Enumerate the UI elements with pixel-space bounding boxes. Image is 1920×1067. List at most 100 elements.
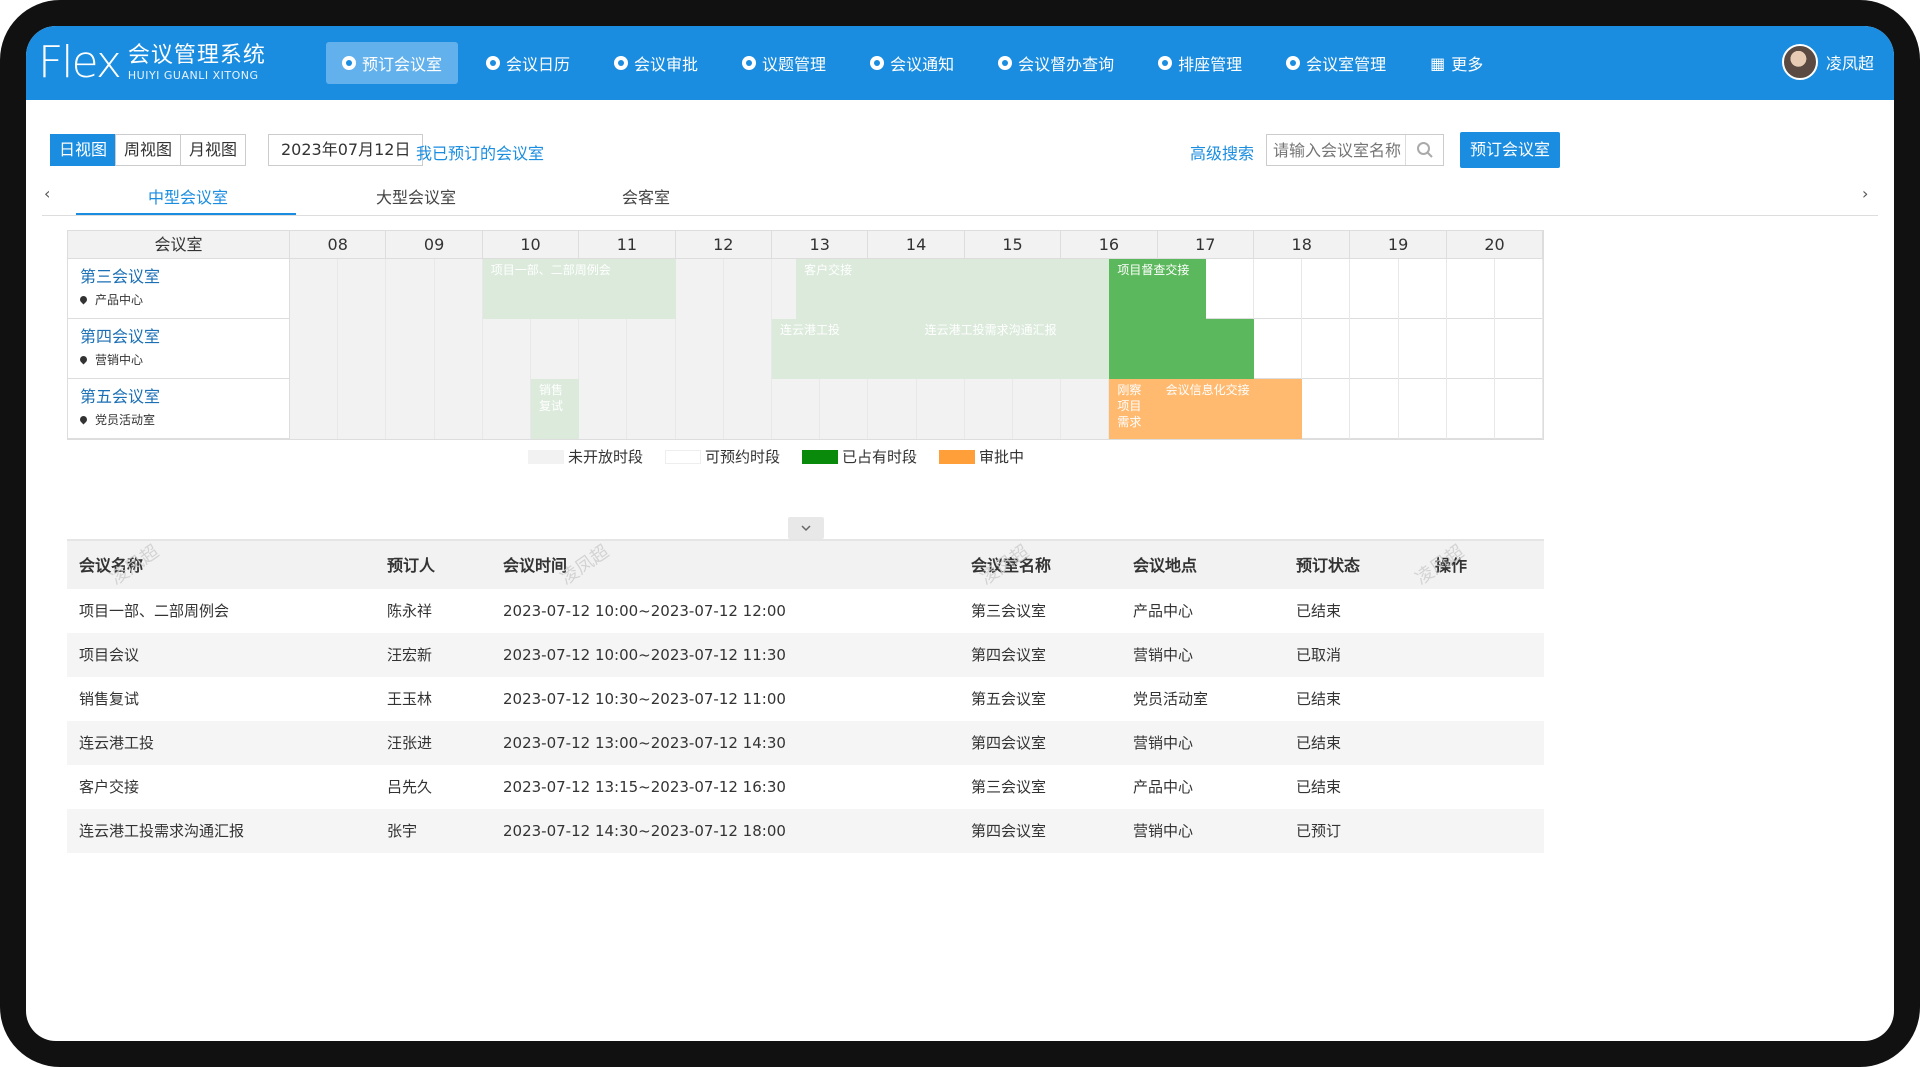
cell-meeting-name: 连云港工投需求沟通汇报 bbox=[79, 822, 245, 840]
nav-item-meeting-approval[interactable]: 会议审批 bbox=[598, 42, 714, 84]
time-slot bbox=[675, 379, 724, 439]
time-slot[interactable] bbox=[1495, 319, 1544, 379]
cell-booker: 陈永祥 bbox=[387, 602, 433, 620]
table-row[interactable]: 连云港工投 汪张进 2023-07-12 13:00~2023-07-12 14:3… bbox=[67, 721, 1544, 765]
tabs-prev-arrow[interactable]: ‹ bbox=[44, 184, 50, 203]
time-slot[interactable] bbox=[1302, 259, 1351, 319]
time-slot[interactable] bbox=[1350, 379, 1399, 439]
search-button[interactable] bbox=[1405, 135, 1443, 165]
time-slot[interactable] bbox=[1447, 379, 1495, 439]
column-header-booker: 预订人 bbox=[387, 556, 436, 575]
month-view-button[interactable]: 月视图 bbox=[180, 134, 247, 166]
room-name[interactable]: 第三会议室 bbox=[80, 267, 289, 287]
nav-item-more[interactable]: ▦ 更多 bbox=[1414, 42, 1499, 84]
time-slot[interactable] bbox=[1399, 259, 1447, 319]
time-slot bbox=[531, 319, 580, 379]
time-slot[interactable] bbox=[1254, 259, 1303, 319]
time-slot[interactable] bbox=[1447, 259, 1495, 319]
table-row[interactable]: 连云港工投需求沟通汇报 张宇 2023-07-12 14:30~2023-07-12… bbox=[67, 809, 1544, 853]
legend-swatch bbox=[665, 449, 702, 464]
time-slot bbox=[482, 379, 531, 439]
room-cell[interactable]: 第三会议室 产品中心 bbox=[68, 259, 290, 319]
logo-mark: Flex bbox=[38, 37, 122, 88]
booking-block[interactable]: 客户交接 bbox=[796, 259, 1110, 319]
book-room-button[interactable]: 预订会议室 bbox=[1460, 132, 1561, 168]
booking-block[interactable]: 项目一部、二部周例会 bbox=[482, 259, 676, 319]
nav-item-meeting-calendar[interactable]: 会议日历 bbox=[470, 42, 586, 84]
cell-meeting-name: 连云港工投 bbox=[79, 734, 155, 752]
nav-item-room-management[interactable]: 会议室管理 bbox=[1270, 42, 1402, 84]
search-icon bbox=[1416, 142, 1433, 158]
cell-booker: 王玉林 bbox=[387, 690, 433, 708]
time-slot bbox=[338, 319, 387, 379]
nav-item-meeting-notice[interactable]: 会议通知 bbox=[854, 42, 970, 84]
booking-block[interactable]: 刚察项目需求 bbox=[1109, 379, 1158, 439]
view-switcher: 日视图 周视图 月视图 bbox=[50, 134, 247, 166]
time-slot bbox=[386, 319, 435, 379]
time-slot[interactable] bbox=[1399, 319, 1447, 379]
booking-block[interactable]: 连云港工投需求沟通汇报 bbox=[916, 319, 1110, 379]
time-slot bbox=[627, 319, 676, 379]
tabs-next-arrow[interactable]: › bbox=[1862, 184, 1868, 203]
room-cell[interactable]: 第五会议室 党员活动室 bbox=[68, 379, 290, 439]
booking-block[interactable]: 销售复试 bbox=[531, 379, 580, 439]
booking-block[interactable]: 项目督查交接 bbox=[1109, 259, 1206, 319]
time-slot bbox=[579, 379, 628, 439]
time-slot bbox=[290, 259, 339, 319]
user-menu[interactable]: 凌凤超 bbox=[1781, 44, 1874, 80]
time-slot[interactable] bbox=[1495, 379, 1544, 439]
nav-item-supervision-query[interactable]: 会议督办查询 bbox=[982, 42, 1130, 84]
room-name[interactable]: 第五会议室 bbox=[80, 387, 289, 407]
app-logo[interactable]: Flex 会议管理系统 HUIYI GUANLI XITONG bbox=[38, 36, 266, 90]
room-column-header: 会议室 bbox=[68, 231, 290, 259]
nav-bullet-icon bbox=[1158, 56, 1173, 70]
table-row[interactable]: 项目会议 汪宏新 2023-07-12 10:00~2023-07-12 11:30… bbox=[67, 633, 1544, 677]
nav-bullet-icon bbox=[486, 56, 501, 70]
nav-bullet-icon bbox=[342, 56, 356, 70]
nav-item-seating-management[interactable]: 排座管理 bbox=[1142, 42, 1258, 84]
cell-meeting-name: 销售复试 bbox=[79, 690, 140, 708]
legend-swatch bbox=[939, 449, 976, 464]
nav-item-label: 更多 bbox=[1451, 55, 1484, 74]
room-search-input[interactable] bbox=[1267, 135, 1405, 165]
time-slot[interactable] bbox=[1302, 379, 1351, 439]
my-bookings-link[interactable]: 我已预订的会议室 bbox=[416, 140, 544, 164]
cell-booking-status: 已结束 bbox=[1296, 690, 1342, 708]
time-slot[interactable] bbox=[1350, 319, 1399, 379]
booking-block[interactable] bbox=[1109, 319, 1254, 379]
day-view-button[interactable]: 日视图 bbox=[50, 134, 117, 166]
nav-item-label: 会议通知 bbox=[890, 55, 955, 74]
booking-block[interactable]: 会议信息化交接 bbox=[1157, 379, 1303, 439]
room-name[interactable]: 第四会议室 bbox=[80, 327, 289, 347]
booking-block[interactable]: 连云港工投 bbox=[772, 319, 917, 379]
hour-header: 08 bbox=[290, 231, 387, 259]
time-slot[interactable] bbox=[1495, 259, 1544, 319]
avatar bbox=[1781, 44, 1818, 80]
hour-header: 19 bbox=[1350, 231, 1447, 259]
tab-reception-room[interactable]: 会客室 bbox=[536, 184, 756, 208]
advanced-search-link[interactable]: 高级搜索 bbox=[1190, 140, 1254, 164]
week-view-button[interactable]: 周视图 bbox=[115, 134, 182, 166]
location-pin-icon bbox=[78, 354, 89, 365]
nav-item-label: 会议室管理 bbox=[1306, 55, 1387, 74]
table-row[interactable]: 客户交接 吕先久 2023-07-12 13:15~2023-07-12 16:30… bbox=[67, 765, 1544, 809]
time-slot[interactable] bbox=[1302, 319, 1351, 379]
collapse-toggle[interactable] bbox=[788, 517, 824, 539]
hour-header: 13 bbox=[772, 231, 869, 259]
tab-large-room[interactable]: 大型会议室 bbox=[306, 184, 526, 208]
time-slot[interactable] bbox=[1254, 319, 1303, 379]
time-slot[interactable] bbox=[1399, 379, 1447, 439]
time-slot[interactable] bbox=[1206, 259, 1254, 319]
table-row[interactable]: 项目一部、二部周例会 陈永祥 2023-07-12 10:00~2023-07-12… bbox=[67, 589, 1544, 633]
table-row[interactable]: 销售复试 王玉林 2023-07-12 10:30~2023-07-12 11:00… bbox=[67, 677, 1544, 721]
date-picker[interactable]: 2023年07月12日 bbox=[268, 134, 424, 166]
time-slot[interactable] bbox=[1350, 259, 1399, 319]
time-slot[interactable] bbox=[1447, 319, 1495, 379]
cell-room-name: 第四会议室 bbox=[971, 646, 1047, 664]
tab-medium-room[interactable]: 中型会议室 bbox=[78, 184, 298, 208]
room-cell[interactable]: 第四会议室 营销中心 bbox=[68, 319, 290, 379]
nav-item-topic-management[interactable]: 议题管理 bbox=[726, 42, 842, 84]
room-row: 第五会议室 党员活动室 销售复试 刚察项目需求 会议信息化交接 bbox=[68, 379, 1544, 439]
nav-item-book-room[interactable]: 预订会议室 bbox=[326, 42, 459, 84]
location-pin-icon bbox=[78, 414, 89, 425]
